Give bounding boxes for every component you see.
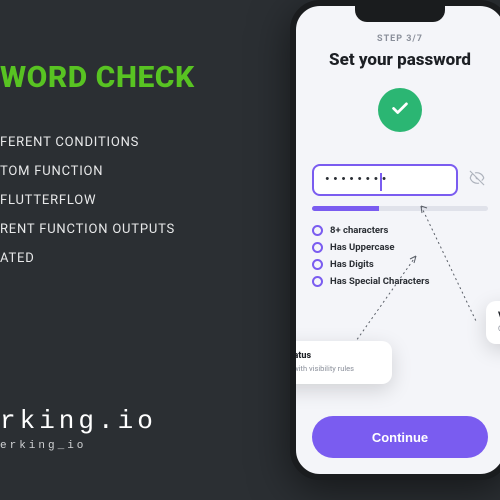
list-item: FLUTTERFLOW bbox=[0, 193, 300, 208]
annotation-arrow-icon bbox=[346, 251, 426, 351]
brand-handle: erking_io bbox=[0, 440, 157, 452]
brand-name: rking.io bbox=[0, 406, 157, 436]
callout-right: V C bbox=[486, 301, 500, 344]
strength-bar-fill bbox=[312, 206, 379, 211]
requirement-label: 8+ characters bbox=[330, 225, 388, 236]
toggle-visibility-button[interactable] bbox=[466, 169, 488, 191]
check-ring-icon bbox=[312, 242, 323, 253]
eye-off-icon bbox=[468, 169, 486, 191]
annotation-arrow-icon bbox=[416, 201, 486, 331]
step-indicator: STEP 3/7 bbox=[312, 34, 488, 44]
callout-subtitle: Widgets with visibility rules bbox=[290, 364, 380, 374]
feature-list: FERENT CONDITIONS TOM FUNCTION FLUTTERFL… bbox=[0, 135, 300, 266]
success-badge bbox=[378, 88, 422, 132]
brand-block: rking.io erking_io bbox=[0, 406, 157, 452]
list-item: TOM FUNCTION bbox=[0, 164, 300, 179]
page-title: Set your password bbox=[312, 50, 488, 70]
list-item: FERENT CONDITIONS bbox=[0, 135, 300, 150]
password-input[interactable]: •••••••• bbox=[312, 164, 458, 196]
phone-mockup: STEP 3/7 Set your password •••••••• bbox=[290, 0, 500, 480]
check-icon bbox=[389, 97, 411, 123]
check-ring-icon bbox=[312, 276, 323, 287]
check-ring-icon bbox=[312, 259, 323, 270]
callout-title: Step Status bbox=[290, 351, 380, 361]
list-item: ATED bbox=[0, 251, 300, 266]
password-mask: •••••••• bbox=[324, 174, 389, 186]
list-item: RENT FUNCTION OUTPUTS bbox=[0, 222, 300, 237]
continue-button[interactable]: Continue bbox=[312, 416, 488, 458]
promo-title: WORD CHECK bbox=[0, 60, 300, 95]
check-ring-icon bbox=[312, 225, 323, 236]
